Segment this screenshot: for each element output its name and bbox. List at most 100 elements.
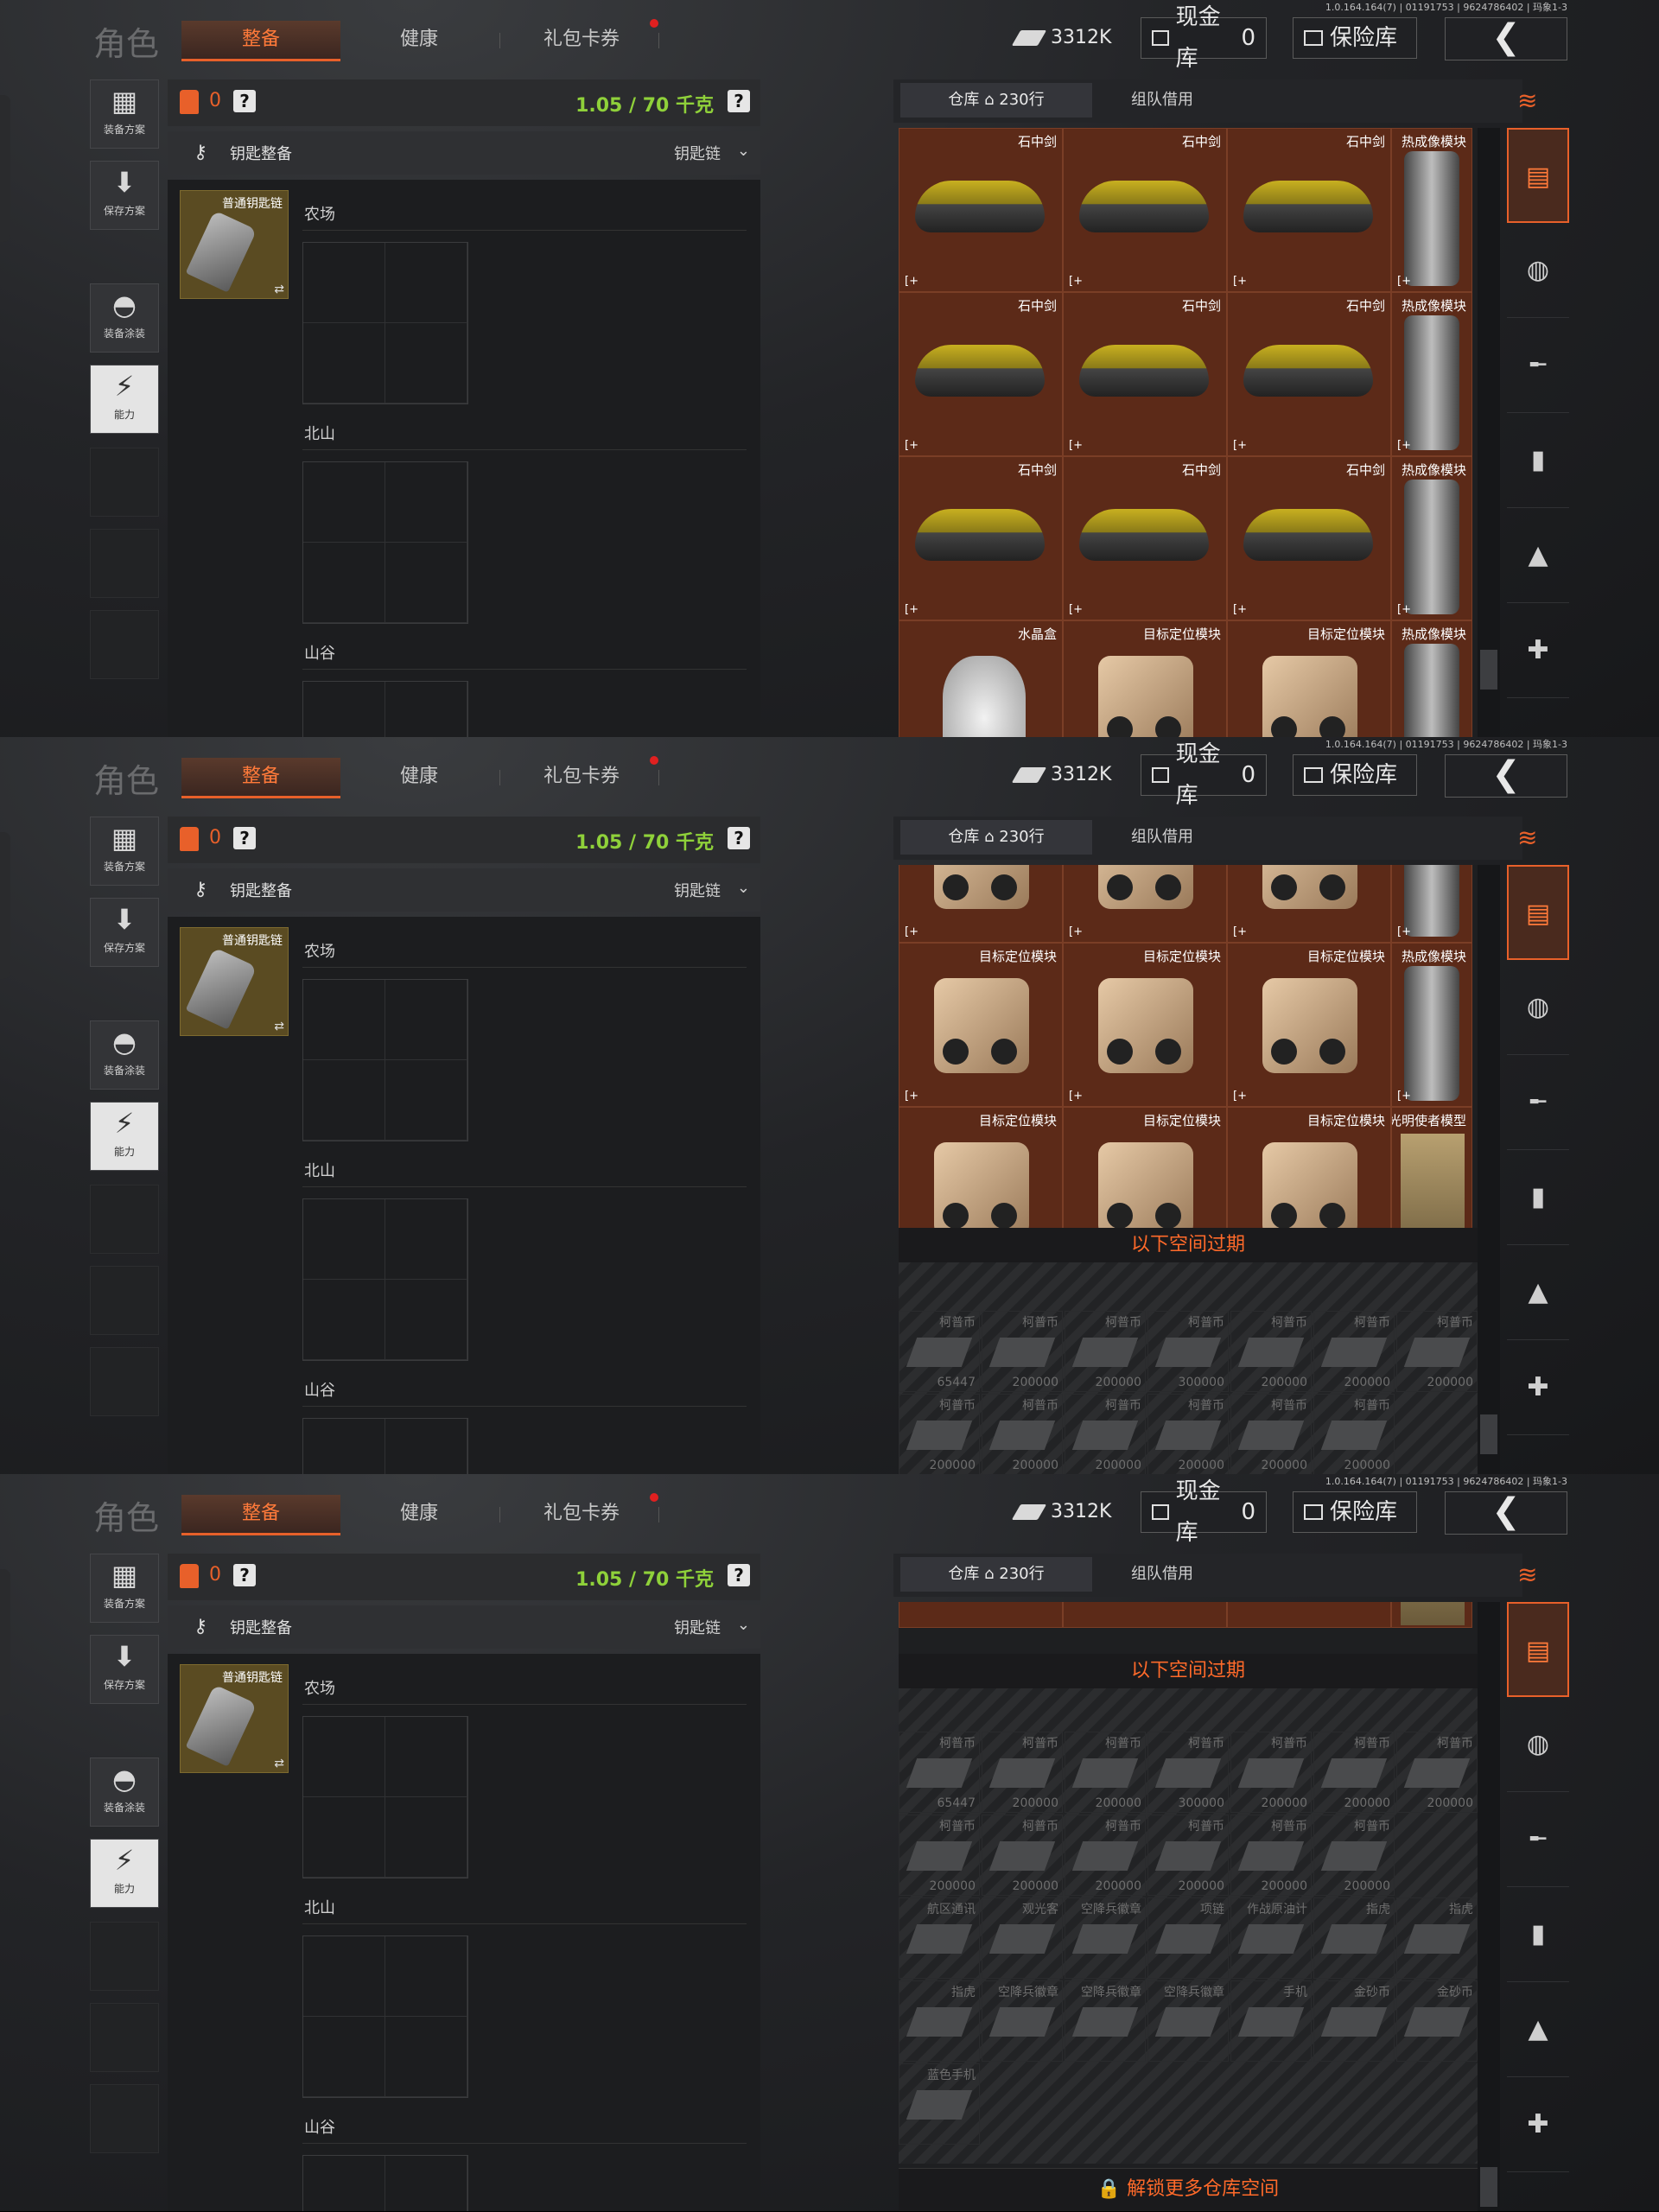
help-icon[interactable]: ? — [233, 90, 256, 112]
loadout-plan-button[interactable]: ▦ 装备方案 — [90, 1554, 159, 1623]
equipment-paint-button[interactable]: ◓ 装备涂装 — [90, 1020, 159, 1090]
inventory-item[interactable]: 目标定位模块 — [1063, 1602, 1227, 1628]
tab-gift-coupons[interactable]: 礼包卡券 — [527, 21, 636, 59]
safe-button[interactable]: 保险库 — [1293, 1491, 1417, 1533]
category-weapon-button[interactable]: ╾ — [1507, 1792, 1569, 1887]
save-plan-button[interactable]: ⬇ 保存方案 — [90, 1635, 159, 1704]
category-medical-button[interactable]: ✚ — [1507, 2077, 1569, 2172]
cash-vault-button[interactable]: 现金库 0 — [1141, 1478, 1267, 1546]
inventory-item[interactable]: 目标定位模块[+ — [899, 865, 1063, 943]
warehouse-scrollbar[interactable] — [1478, 865, 1500, 1474]
inventory-item[interactable]: 目标定位模块 — [1227, 620, 1391, 737]
tab-team-borrow[interactable]: 组队借用 — [1097, 83, 1227, 118]
tab-gift-coupons[interactable]: 礼包卡券 — [527, 1495, 636, 1533]
category-all-button[interactable]: ▤ — [1507, 128, 1569, 223]
key-loadout-bar[interactable]: ⚷ 钥匙整备 钥匙链 ⌄ — [168, 131, 760, 175]
inventory-item[interactable]: 石中剑 [+ — [1063, 456, 1227, 620]
category-medical-button[interactable]: ✚ — [1507, 1340, 1569, 1435]
save-plan-button[interactable]: ⬇ 保存方案 — [90, 898, 159, 967]
tab-gift-coupons[interactable]: 礼包卡券 — [527, 758, 636, 796]
category-medical-button[interactable]: ✚ — [1507, 603, 1569, 698]
swap-icon[interactable]: ⇄ — [274, 283, 284, 296]
key-loadout-bar[interactable]: ⚷ 钥匙整备 钥匙链 ⌄ — [168, 1605, 760, 1649]
swap-icon[interactable]: ⇄ — [274, 1020, 284, 1033]
inventory-item[interactable]: 目标定位模块[+ — [1227, 943, 1391, 1107]
inventory-item[interactable]: 热成像模块 — [1391, 620, 1472, 737]
inventory-item[interactable]: 目标定位模块 — [899, 1602, 1063, 1628]
inventory-item[interactable]: 石中剑 [+ — [1063, 128, 1227, 292]
keychain-selector[interactable]: 钥匙链 — [674, 879, 721, 901]
cash-vault-button[interactable]: 现金库 0 — [1141, 741, 1267, 809]
inventory-item[interactable]: 石中剑 [+ — [1227, 292, 1391, 456]
category-magazine-button[interactable]: ▮ — [1507, 1150, 1569, 1245]
sort-icon[interactable]: ≋ — [1517, 1560, 1537, 1589]
inventory-item[interactable]: 目标定位模块 — [1227, 1602, 1391, 1628]
inventory-item[interactable]: 光明使者模型 — [1391, 1602, 1472, 1628]
sort-icon[interactable]: ≋ — [1517, 823, 1537, 852]
inventory-item[interactable]: 目标定位模块 — [1063, 620, 1227, 737]
back-button[interactable]: ❮ — [1445, 17, 1567, 60]
category-ammo-button[interactable]: ▲ — [1507, 508, 1569, 603]
tab-warehouse[interactable]: 仓库 ⌂ 230行 — [900, 820, 1092, 855]
tab-loadout[interactable]: 整备 — [181, 21, 340, 61]
unlock-storage-button[interactable]: 🔒 解锁更多仓库空间 — [899, 2168, 1478, 2210]
keychain-slot[interactable]: 普通钥匙链 ⇄ — [180, 190, 289, 299]
warehouse-scrollbar[interactable] — [1478, 1602, 1500, 2211]
ability-button[interactable]: ⚡ 能力 — [90, 1102, 159, 1171]
inventory-item[interactable]: 目标定位模块[+ — [1227, 865, 1391, 943]
keychain-selector[interactable]: 钥匙链 — [674, 1616, 721, 1638]
safe-button[interactable]: 保险库 — [1293, 754, 1417, 796]
inventory-item[interactable]: 目标定位模块[+ — [899, 943, 1063, 1107]
sort-icon[interactable]: ≋ — [1517, 86, 1537, 115]
inventory-item[interactable]: 热成像模块 [+ — [1391, 456, 1472, 620]
ability-button[interactable]: ⚡ 能力 — [90, 365, 159, 434]
inventory-item[interactable]: 目标定位模块[+ — [1063, 943, 1227, 1107]
weight-help-icon[interactable]: ? — [728, 827, 750, 849]
inventory-item[interactable]: 热成像模块 [+ — [1391, 292, 1472, 456]
weight-help-icon[interactable]: ? — [728, 1564, 750, 1586]
inventory-item[interactable]: 石中剑 [+ — [1227, 456, 1391, 620]
inventory-item[interactable]: 石中剑 [+ — [1227, 128, 1391, 292]
keychain-slot[interactable]: 普通钥匙链 ⇄ — [180, 1664, 289, 1773]
key-grid[interactable] — [302, 1198, 468, 1361]
key-grid[interactable] — [302, 1418, 468, 1474]
scroll-thumb[interactable] — [1480, 2167, 1497, 2207]
key-grid[interactable] — [302, 979, 468, 1141]
category-all-button[interactable]: ▤ — [1507, 865, 1569, 960]
inventory-item[interactable]: 热成像模块 [+ — [1391, 943, 1472, 1107]
help-icon[interactable]: ? — [233, 1564, 256, 1586]
key-grid[interactable] — [302, 2155, 468, 2211]
tab-warehouse[interactable]: 仓库 ⌂ 230行 — [900, 83, 1092, 118]
tab-warehouse[interactable]: 仓库 ⌂ 230行 — [900, 1557, 1092, 1592]
inventory-item[interactable]: 水晶盒 — [899, 620, 1063, 737]
tab-health[interactable]: 健康 — [372, 1495, 467, 1533]
category-magazine-button[interactable]: ▮ — [1507, 413, 1569, 508]
category-ammo-button[interactable]: ▲ — [1507, 1982, 1569, 2077]
category-armor-button[interactable]: ◍ — [1507, 960, 1569, 1055]
loadout-plan-button[interactable]: ▦ 装备方案 — [90, 79, 159, 149]
key-loadout-bar[interactable]: ⚷ 钥匙整备 钥匙链 ⌄ — [168, 868, 760, 912]
key-grid[interactable] — [302, 461, 468, 624]
category-all-button[interactable]: ▤ — [1507, 1602, 1569, 1697]
save-plan-button[interactable]: ⬇ 保存方案 — [90, 161, 159, 230]
inventory-item[interactable]: 热成像模块 [+ — [1391, 128, 1472, 292]
key-grid[interactable] — [302, 242, 468, 404]
keychain-slot[interactable]: 普通钥匙链 ⇄ — [180, 927, 289, 1036]
inventory-item[interactable]: 石中剑 [+ — [899, 128, 1063, 292]
help-icon[interactable]: ? — [233, 827, 256, 849]
category-weapon-button[interactable]: ╾ — [1507, 1055, 1569, 1150]
back-button[interactable]: ❮ — [1445, 754, 1567, 798]
equipment-paint-button[interactable]: ◓ 装备涂装 — [90, 283, 159, 353]
warehouse-scrollbar[interactable] — [1478, 128, 1500, 737]
tab-loadout[interactable]: 整备 — [181, 758, 340, 798]
inventory-item[interactable]: 石中剑 [+ — [899, 456, 1063, 620]
tab-loadout[interactable]: 整备 — [181, 1495, 340, 1535]
tab-health[interactable]: 健康 — [372, 758, 467, 796]
category-armor-button[interactable]: ◍ — [1507, 1697, 1569, 1792]
inventory-item[interactable]: 石中剑 [+ — [1063, 292, 1227, 456]
safe-button[interactable]: 保险库 — [1293, 17, 1417, 59]
inventory-item[interactable]: 石中剑 [+ — [899, 292, 1063, 456]
key-grid[interactable] — [302, 681, 468, 737]
back-button[interactable]: ❮ — [1445, 1491, 1567, 1535]
category-magazine-button[interactable]: ▮ — [1507, 1887, 1569, 1982]
